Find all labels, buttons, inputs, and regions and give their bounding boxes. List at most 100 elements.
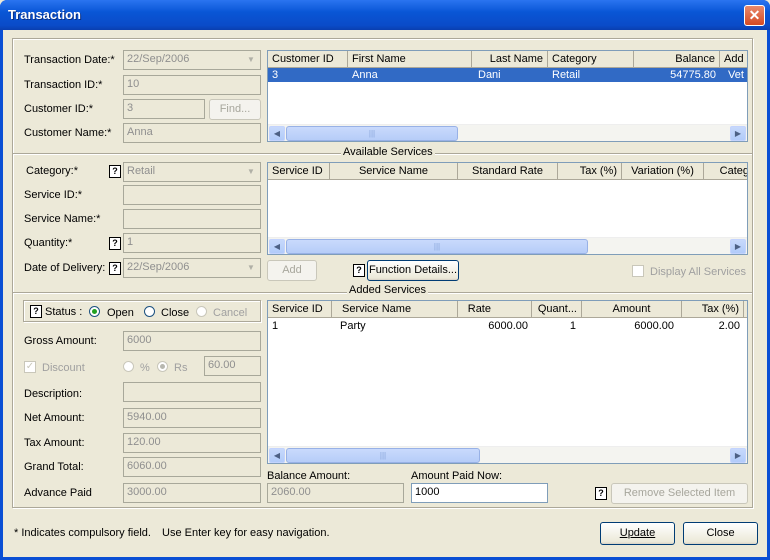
discount-rs-label: Rs	[174, 362, 188, 374]
discount-value-field[interactable]: 60.00	[204, 356, 261, 376]
transaction-date-picker[interactable]: 22/Sep/2006 ▼	[123, 50, 261, 70]
description-label: Description:	[24, 388, 83, 400]
added-services-title: Added Services	[347, 284, 429, 296]
scroll-right-icon[interactable]: ▶	[730, 126, 746, 141]
table-row[interactable]: 3 Anna Dani Retail 54775.80 Vet	[268, 68, 747, 82]
available-services-grid[interactable]: Service ID Service Name Standard Rate Ta…	[267, 162, 748, 255]
category-value: Retail	[127, 165, 156, 177]
customer-id-field[interactable]: 3	[123, 99, 205, 119]
advance-paid-label: Advance Paid	[24, 487, 92, 499]
col-tax[interactable]: Tax (%)	[682, 301, 744, 318]
col-variation[interactable]: Variation (%)	[622, 163, 704, 180]
status-cancel-label: Cancel	[213, 307, 248, 319]
tax-amount-field[interactable]: 120.00	[123, 433, 261, 453]
help-icon[interactable]: ?	[109, 262, 121, 275]
description-field[interactable]	[123, 382, 261, 402]
status-open-radio[interactable]	[89, 306, 100, 317]
chevron-down-icon[interactable]: ▼	[243, 52, 259, 68]
close-button[interactable]: Close	[683, 522, 758, 545]
added-services-grid[interactable]: Service ID Service Name Rate Quant... Am…	[267, 300, 748, 464]
customer-name-field[interactable]: Anna	[123, 123, 261, 143]
scroll-left-icon[interactable]: ◀	[269, 239, 285, 254]
net-amount-label: Net Amount:	[24, 412, 85, 424]
service-id-field[interactable]	[123, 185, 261, 205]
cell-tax: 2.00	[718, 320, 740, 332]
find-button[interactable]: Find...	[209, 99, 261, 120]
quantity-label: Quantity:*	[24, 237, 73, 249]
scroll-left-icon[interactable]: ◀	[269, 126, 285, 141]
quantity-field[interactable]: 1	[123, 233, 261, 253]
tax-amount-label: Tax Amount:	[24, 437, 85, 449]
customer-grid[interactable]: Customer ID First Name Last Name Categor…	[267, 50, 748, 142]
grand-total-field[interactable]: 6060.00	[123, 457, 261, 477]
help-icon[interactable]: ?	[109, 237, 121, 250]
discount-rs-radio[interactable]	[157, 361, 168, 372]
display-all-services-checkbox[interactable]	[632, 265, 644, 277]
help-icon[interactable]: ?	[353, 264, 365, 277]
help-icon[interactable]: ?	[595, 487, 607, 500]
col-standard-rate[interactable]: Standard Rate	[458, 163, 558, 180]
scroll-thumb[interactable]: |||	[286, 126, 458, 141]
discount-percent-radio[interactable]	[123, 361, 134, 372]
status-label: Status :	[45, 306, 83, 318]
status-close-radio[interactable]	[144, 306, 155, 317]
col-address[interactable]: Add	[720, 51, 747, 68]
col-first-name[interactable]: First Name	[348, 51, 472, 68]
scroll-thumb[interactable]: |||	[286, 239, 588, 254]
transaction-id-field[interactable]: 10	[123, 75, 261, 95]
title-bar[interactable]: Transaction ✕	[0, 0, 770, 30]
col-customer-id[interactable]: Customer ID	[268, 51, 348, 68]
col-service-category[interactable]: Categ	[704, 163, 747, 180]
discount-checkbox[interactable]: ✓	[24, 361, 36, 373]
col-service-id[interactable]: Service ID	[268, 301, 332, 318]
navigation-hint: Use Enter key for easy navigation.	[162, 527, 330, 539]
help-icon[interactable]: ?	[30, 305, 42, 318]
category-select[interactable]: Retail ▼	[123, 162, 261, 182]
cell-quantity: 1	[569, 320, 576, 332]
col-service-name[interactable]: Service Name	[330, 163, 458, 180]
balance-amount-field[interactable]: 2060.00	[267, 483, 404, 503]
table-row[interactable]: 1 Party 6000.00 1 6000.00 2.00	[268, 319, 747, 333]
added-grid-header: Service ID Service Name Rate Quant... Am…	[268, 301, 747, 318]
close-icon[interactable]: ✕	[744, 5, 765, 26]
col-service-id[interactable]: Service ID	[268, 163, 330, 180]
compulsory-field-note: * Indicates compulsory field.	[14, 527, 151, 539]
services-grid-scrollbar[interactable]: ◀ ||| ▶	[268, 237, 747, 254]
service-id-label: Service ID:*	[24, 189, 83, 201]
delivery-date-picker[interactable]: 22/Sep/2006 ▼	[123, 258, 261, 278]
service-name-field[interactable]	[123, 209, 261, 229]
scroll-left-icon[interactable]: ◀	[269, 448, 285, 463]
col-amount[interactable]: Amount	[582, 301, 682, 318]
amount-paid-now-field[interactable]: 1000	[411, 483, 548, 503]
remove-selected-item-button[interactable]: Remove Selected Item	[611, 483, 748, 504]
gross-amount-field[interactable]: 6000	[123, 331, 261, 351]
cell-rate: 6000.00	[488, 320, 528, 332]
gross-amount-label: Gross Amount:	[24, 335, 97, 347]
customer-grid-header: Customer ID First Name Last Name Categor…	[268, 51, 747, 68]
update-button[interactable]: Update	[600, 522, 675, 545]
col-quantity[interactable]: Quant...	[532, 301, 582, 318]
col-category[interactable]: Category	[548, 51, 634, 68]
cell-first-name: Anna	[352, 69, 378, 81]
col-balance[interactable]: Balance	[634, 51, 720, 68]
cell-service-name: Party	[340, 320, 366, 332]
grand-total-label: Grand Total:	[24, 461, 84, 473]
advance-paid-field[interactable]: 3000.00	[123, 483, 261, 503]
services-grid-header: Service ID Service Name Standard Rate Ta…	[268, 163, 747, 180]
col-rate[interactable]: Rate	[458, 301, 532, 318]
customer-grid-scrollbar[interactable]: ◀ ||| ▶	[268, 124, 747, 141]
help-icon[interactable]: ?	[109, 165, 121, 178]
status-cancel-radio[interactable]	[196, 306, 207, 317]
scroll-right-icon[interactable]: ▶	[730, 239, 746, 254]
chevron-down-icon[interactable]: ▼	[243, 164, 259, 180]
col-last-name[interactable]: Last Name	[472, 51, 548, 68]
scroll-right-icon[interactable]: ▶	[730, 448, 746, 463]
chevron-down-icon[interactable]: ▼	[243, 260, 259, 276]
add-service-button[interactable]: Add	[267, 260, 317, 281]
col-tax[interactable]: Tax (%)	[558, 163, 622, 180]
function-details-button[interactable]: Function Details...	[367, 260, 459, 281]
added-grid-scrollbar[interactable]: ◀ ||| ▶	[268, 446, 747, 463]
net-amount-field[interactable]: 5940.00	[123, 408, 261, 428]
scroll-thumb[interactable]: |||	[286, 448, 480, 463]
col-service-name[interactable]: Service Name	[332, 301, 458, 318]
